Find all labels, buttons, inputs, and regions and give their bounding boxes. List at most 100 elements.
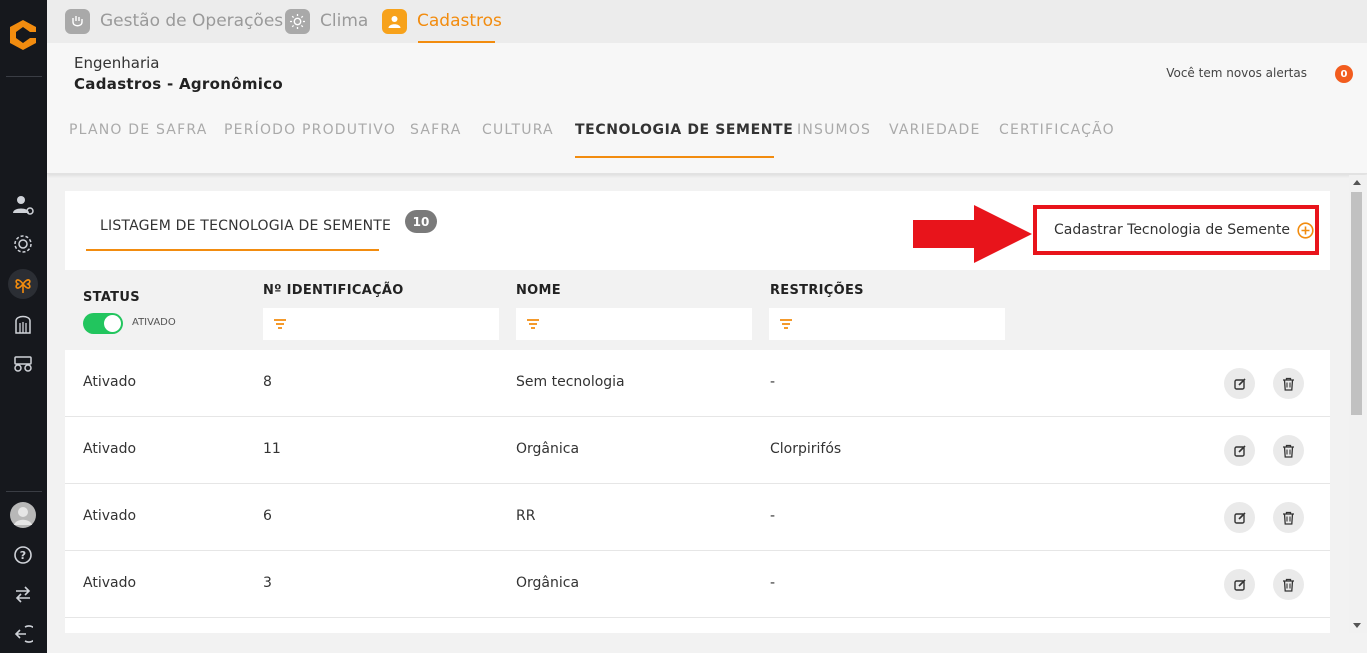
add-seed-technology-button[interactable]: Cadastrar Tecnologia de Semente <box>1033 205 1319 255</box>
add-button-label: Cadastrar Tecnologia de Semente <box>1054 222 1291 238</box>
id-filter-input[interactable] <box>263 308 499 340</box>
column-header-restrictions: RESTRIÇÕES <box>770 283 864 298</box>
cell-restrictions: - <box>770 374 776 390</box>
edit-icon <box>1233 377 1246 390</box>
page-title: Cadastros - Agronômico <box>74 75 283 93</box>
cell-name: RR <box>516 508 536 524</box>
edit-button[interactable] <box>1224 502 1255 533</box>
cell-restrictions: - <box>770 575 776 591</box>
sidebar-divider <box>6 76 42 77</box>
edit-button[interactable] <box>1224 569 1255 600</box>
delete-button[interactable] <box>1273 435 1304 466</box>
module-tab-label: Clima <box>320 11 369 31</box>
red-arrow-annotation <box>913 205 1032 263</box>
cell-id: 8 <box>263 374 272 390</box>
tab-insumos[interactable]: INSUMOS <box>797 122 871 138</box>
page-header: Engenharia Cadastros - Agronômico Você t… <box>47 43 1367 174</box>
brand-logo[interactable] <box>6 18 40 52</box>
filter-icon <box>527 319 539 329</box>
module-tab-gestao-operacoes[interactable]: Gestão de Operações <box>65 8 283 34</box>
cell-id: 11 <box>263 441 281 457</box>
table-header: STATUS ATIVADO Nº IDENTIFICAÇÃO NOME RES… <box>65 270 1330 350</box>
module-tab-cadastros[interactable]: Cadastros <box>382 8 502 34</box>
user-settings-icon[interactable] <box>8 190 38 220</box>
tab-safra[interactable]: SAFRA <box>410 122 462 138</box>
scroll-down-icon[interactable] <box>1353 623 1361 628</box>
logout-icon[interactable] <box>8 619 38 649</box>
cell-name: Sem tecnologia <box>516 374 625 390</box>
cell-name: Orgânica <box>516 575 580 591</box>
module-tabs-bar: Gestão de Operações Clima Cadastros <box>47 0 1367 43</box>
delete-button[interactable] <box>1273 569 1304 600</box>
filter-icon <box>274 319 286 329</box>
trash-icon <box>1283 511 1294 525</box>
trash-icon <box>1283 377 1294 391</box>
sun-icon <box>285 8 310 34</box>
cell-name: Orgânica <box>516 441 580 457</box>
column-header-name: NOME <box>516 283 561 298</box>
column-header-id: Nº IDENTIFICAÇÃO <box>263 283 404 298</box>
tractor-icon[interactable] <box>8 348 38 378</box>
breadcrumb-parent[interactable]: Engenharia <box>74 54 159 72</box>
table-row[interactable]: Ativado 11 Orgânica Clorpirifós <box>65 417 1330 484</box>
tab-cultura[interactable]: CULTURA <box>482 122 554 138</box>
cell-status: Ativado <box>83 374 137 390</box>
edit-icon <box>1233 578 1246 591</box>
trash-icon <box>1283 578 1294 592</box>
status-filter-label: ATIVADO <box>132 317 176 328</box>
avatar[interactable] <box>8 500 38 530</box>
silo-icon[interactable] <box>8 309 38 339</box>
module-tab-clima[interactable]: Clima <box>285 8 368 34</box>
edit-icon <box>1233 444 1246 457</box>
user-icon <box>382 8 407 34</box>
sidebar-divider <box>6 491 42 492</box>
table-row[interactable]: Ativado 3 Orgânica - <box>65 551 1330 618</box>
cell-restrictions: Clorpirifós <box>770 441 842 457</box>
edit-button[interactable] <box>1224 435 1255 466</box>
tab-periodo-produtivo[interactable]: PERÍODO PRODUTIVO <box>224 122 396 138</box>
listing-title[interactable]: LISTAGEM DE TECNOLOGIA DE SEMENTE <box>100 218 391 234</box>
cell-restrictions: - <box>770 508 776 524</box>
target-settings-icon[interactable] <box>8 229 38 259</box>
column-header-status: STATUS <box>83 290 140 305</box>
listing-card: LISTAGEM DE TECNOLOGIA DE SEMENTE 10 Cad… <box>65 191 1330 633</box>
table-row[interactable]: Ativado 6 RR - <box>65 484 1330 551</box>
listing-title-underline <box>86 249 379 251</box>
scroll-up-icon[interactable] <box>1353 180 1361 185</box>
seed-registry-icon[interactable] <box>8 269 38 299</box>
toggle-knob <box>104 315 121 332</box>
edit-icon <box>1233 511 1246 524</box>
help-icon[interactable]: ? <box>8 540 38 570</box>
delete-button[interactable] <box>1273 502 1304 533</box>
subtab-active-indicator <box>575 156 774 158</box>
page-scrollbar[interactable] <box>1349 175 1367 633</box>
delete-button[interactable] <box>1273 368 1304 399</box>
cell-status: Ativado <box>83 508 137 524</box>
left-sidebar: ? <box>0 0 47 653</box>
plus-circle-icon <box>1297 221 1314 239</box>
trash-icon <box>1283 444 1294 458</box>
restrictions-filter-input[interactable] <box>769 308 1005 340</box>
table-row[interactable]: Ativado 8 Sem tecnologia - <box>65 350 1330 417</box>
hand-icon <box>65 8 90 34</box>
cell-id: 3 <box>263 575 272 591</box>
filter-icon <box>780 319 792 329</box>
cell-status: Ativado <box>83 575 137 591</box>
scrollbar-thumb[interactable] <box>1351 192 1362 415</box>
table-row[interactable] <box>65 618 1330 633</box>
tab-variedade[interactable]: VARIEDADE <box>889 122 981 138</box>
alerts-count-badge[interactable]: 0 <box>1335 65 1353 83</box>
module-tab-label: Gestão de Operações <box>100 11 284 31</box>
status-filter-toggle[interactable] <box>83 313 123 334</box>
switch-arrows-icon[interactable] <box>8 579 38 609</box>
listing-count-badge: 10 <box>405 210 437 233</box>
tab-certificacao[interactable]: CERTIFICAÇÃO <box>999 122 1115 138</box>
svg-text:?: ? <box>20 549 26 562</box>
module-tab-label: Cadastros <box>417 11 502 31</box>
tab-plano-de-safra[interactable]: PLANO DE SAFRA <box>69 122 207 138</box>
edit-button[interactable] <box>1224 368 1255 399</box>
alerts-text[interactable]: Você tem novos alertas <box>1166 66 1307 80</box>
cell-status: Ativado <box>83 441 137 457</box>
tab-tecnologia-de-semente[interactable]: TECNOLOGIA DE SEMENTE <box>575 122 793 138</box>
name-filter-input[interactable] <box>516 308 752 340</box>
